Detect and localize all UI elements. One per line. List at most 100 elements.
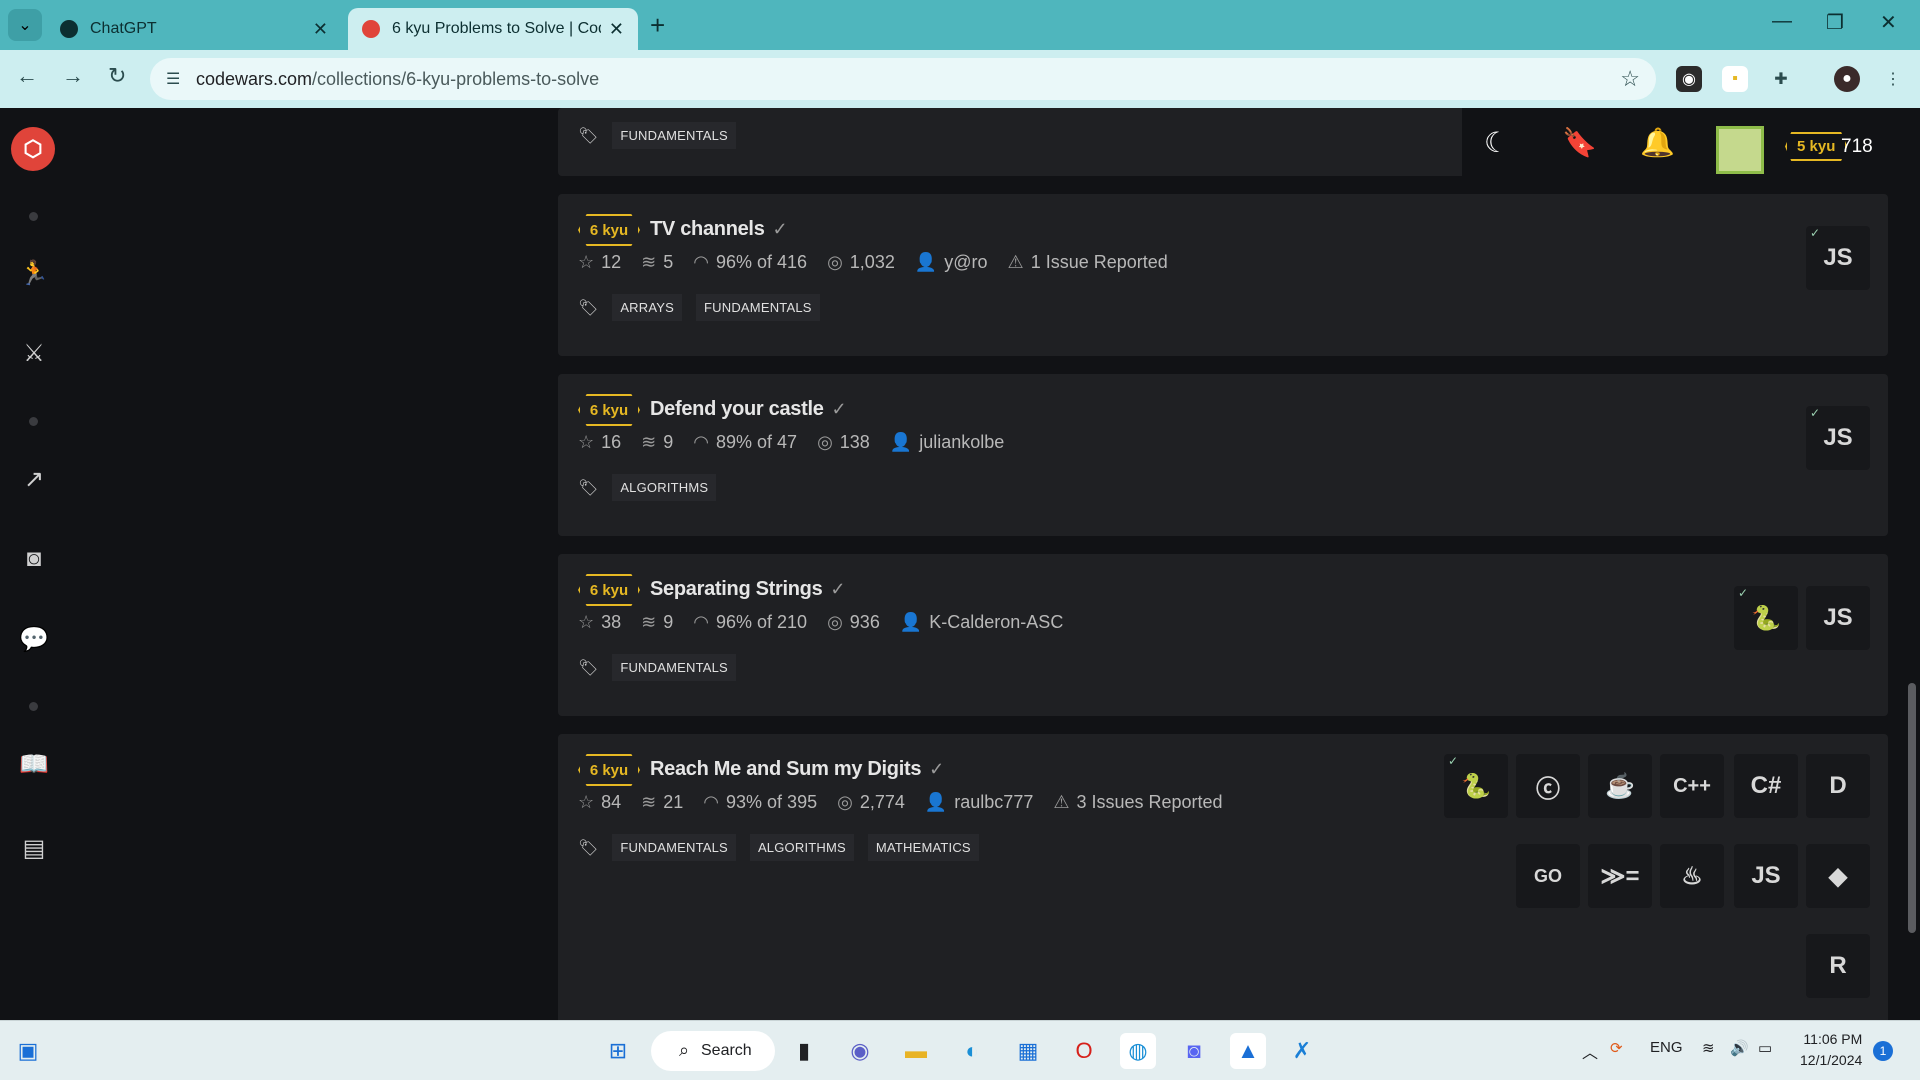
wifi-icon[interactable]: ≋ <box>1702 1039 1715 1057</box>
file-explorer-icon[interactable]: ▬ <box>898 1033 934 1069</box>
collections-count: ≋ 9 <box>641 612 674 632</box>
blog-icon[interactable]: ▤ <box>14 828 54 868</box>
user-icon: 👤 <box>924 792 948 812</box>
author[interactable]: 👤 raulbc777 <box>925 792 1033 813</box>
language-crystal-icon[interactable]: ◆ <box>1806 844 1870 908</box>
tab-title: ChatGPT <box>90 20 157 37</box>
tag[interactable]: FUNDAMENTALS <box>612 834 736 861</box>
kata-title[interactable]: Reach Me and Sum my Digits ✓ <box>650 758 944 781</box>
volume-icon[interactable]: 🔊 <box>1730 1039 1749 1057</box>
language-javascript-icon[interactable]: JS <box>1806 586 1870 650</box>
minimize-icon[interactable]: — <box>1772 10 1792 33</box>
tag[interactable]: FUNDAMENTALS <box>696 294 820 321</box>
tag[interactable]: MATHEMATICS <box>867 834 979 861</box>
kata-card: 6 kyu Separating Strings ✓ ☆ 38 ≋ 9 ◠ 96% of… <box>558 554 1888 716</box>
training-icon[interactable]: 🏃 <box>14 253 54 293</box>
close-window-icon[interactable]: ✕ <box>1880 10 1897 35</box>
menu-dots-icon[interactable]: ⋮ <box>1880 66 1906 92</box>
leaderboards-icon[interactable]: ↗ <box>14 459 54 499</box>
docs-icon[interactable]: 📖 <box>14 744 54 784</box>
bookmark-icon[interactable]: 🔖 <box>1562 126 1597 159</box>
opera-icon[interactable]: O <box>1066 1033 1102 1069</box>
language-csharp-icon[interactable]: C# <box>1734 754 1798 818</box>
sync-icon[interactable]: ⟳ <box>1610 1039 1623 1057</box>
language-javascript-icon[interactable]: JS <box>1734 844 1798 908</box>
language-cpp-icon[interactable]: C++ <box>1660 754 1724 818</box>
extension-icon[interactable]: ▪ <box>1722 66 1748 92</box>
taskbar-search[interactable]: ⌕ Search <box>651 1031 775 1071</box>
battery-icon[interactable]: ▭ <box>1758 1039 1772 1057</box>
tag[interactable]: FUNDAMENTALS <box>612 654 736 681</box>
restore-icon[interactable]: ❐ <box>1826 10 1844 35</box>
photos-icon[interactable]: ▲ <box>1230 1033 1266 1069</box>
teams-icon[interactable]: ◉ <box>842 1033 878 1069</box>
address-bar[interactable]: ☰ codewars.com/collections/6-kyu-problem… <box>150 58 1656 100</box>
discord-app-icon[interactable]: ◙ <box>1176 1033 1212 1069</box>
kata-title[interactable]: Separating Strings ✓ <box>650 578 846 601</box>
star-icon: ☆ <box>578 252 595 272</box>
language-go-icon[interactable]: GO <box>1516 844 1580 908</box>
tag[interactable]: FUNDAMENTALS <box>612 122 736 149</box>
tab-chatgpt[interactable]: ChatGPT ✕ <box>46 8 342 50</box>
codewars-logo[interactable]: ⬡ <box>11 127 55 171</box>
author[interactable]: 👤 y@ro <box>915 252 988 273</box>
language-javascript-icon[interactable]: ✓ JS <box>1806 406 1870 470</box>
language-d-icon[interactable]: D <box>1806 754 1870 818</box>
discord-icon[interactable]: ◙ <box>14 539 54 579</box>
widgets-icon[interactable]: ▣ <box>10 1033 46 1069</box>
practice-icon[interactable]: ⚔ <box>14 333 54 373</box>
vscode-icon[interactable]: ✗ <box>1284 1033 1320 1069</box>
bookmark-star-icon[interactable]: ☆ <box>1620 66 1640 92</box>
language-javascript-icon[interactable]: ✓ JS <box>1806 226 1870 290</box>
satisfaction-rating: ◠ 96% of 210 <box>693 612 808 632</box>
avatar[interactable] <box>1716 126 1764 174</box>
url-path: /collections/6-kyu-problems-to-solve <box>312 68 600 89</box>
gauge-icon: ◠ <box>693 612 709 632</box>
language-c-icon[interactable]: ⓒ <box>1516 754 1580 818</box>
author[interactable]: 👤 K-Calderon-ASC <box>900 612 1063 633</box>
close-icon[interactable]: ✕ <box>313 19 328 40</box>
edge-icon[interactable]: ◐ <box>954 1033 990 1069</box>
tab-search-button[interactable]: ⌄ <box>8 9 42 41</box>
forward-icon[interactable]: → <box>62 63 84 89</box>
gauge-icon: ◠ <box>703 792 720 812</box>
extensions-puzzle-icon[interactable]: ✚ <box>1768 66 1794 92</box>
discussions-icon[interactable]: 💬 <box>14 619 54 659</box>
language-coffeescript-icon[interactable]: ☕ <box>1588 754 1652 818</box>
reload-icon[interactable]: ↻ <box>108 63 126 89</box>
language-python-icon[interactable]: ✓ 🐍 <box>1734 586 1798 650</box>
chevron-up-icon[interactable]: ︿ <box>1582 1039 1598 1063</box>
language-python-icon[interactable]: ✓ 🐍 <box>1444 754 1508 818</box>
tag[interactable]: ARRAYS <box>612 294 683 321</box>
new-tab-button[interactable]: + <box>650 10 665 41</box>
bell-icon[interactable]: 🔔 <box>1640 126 1675 159</box>
kyu-badge: 6 kyu <box>578 214 640 246</box>
tag-icon: 🏷 <box>578 839 599 857</box>
scrollbar[interactable] <box>1908 683 1916 933</box>
chrome-icon[interactable]: ◍ <box>1120 1033 1156 1069</box>
layers-icon: ≋ <box>641 612 657 632</box>
tag[interactable]: ALGORITHMS <box>749 834 854 861</box>
profile-avatar[interactable]: ● <box>1834 66 1860 92</box>
tag[interactable]: ALGORITHMS <box>612 474 717 501</box>
kata-title[interactable]: TV channels ✓ <box>650 218 788 241</box>
task-view-icon[interactable]: ▮ <box>786 1033 822 1069</box>
tab-title: 6 kyu Problems to Solve | Code <box>392 20 601 37</box>
notification-badge[interactable]: 1 <box>1873 1041 1893 1061</box>
language-indicator[interactable]: ENG <box>1650 1039 1683 1056</box>
site-info-icon[interactable]: ☰ <box>166 69 180 89</box>
extension-icon[interactable]: ◉ <box>1676 66 1702 92</box>
language-ruby-icon[interactable]: R <box>1806 934 1870 998</box>
clock[interactable]: 11:06 PM 12/1/2024 <box>1800 1029 1862 1071</box>
language-haskell-icon[interactable]: ≫= <box>1588 844 1652 908</box>
language-java-icon[interactable]: ♨ <box>1660 844 1724 908</box>
close-icon[interactable]: ✕ <box>609 19 624 40</box>
moon-icon[interactable]: ☾ <box>1484 126 1509 159</box>
author[interactable]: 👤 juliankolbe <box>890 432 1004 453</box>
windows-start-icon[interactable]: ⊞ <box>600 1033 636 1069</box>
store-icon[interactable]: ▦ <box>1010 1033 1046 1069</box>
tab-codewars[interactable]: 6 kyu Problems to Solve | Code ✕ <box>348 8 638 50</box>
tag-icon: 🏷 <box>578 659 599 677</box>
back-icon[interactable]: ← <box>16 63 38 89</box>
kata-title[interactable]: Defend your castle ✓ <box>650 398 847 421</box>
